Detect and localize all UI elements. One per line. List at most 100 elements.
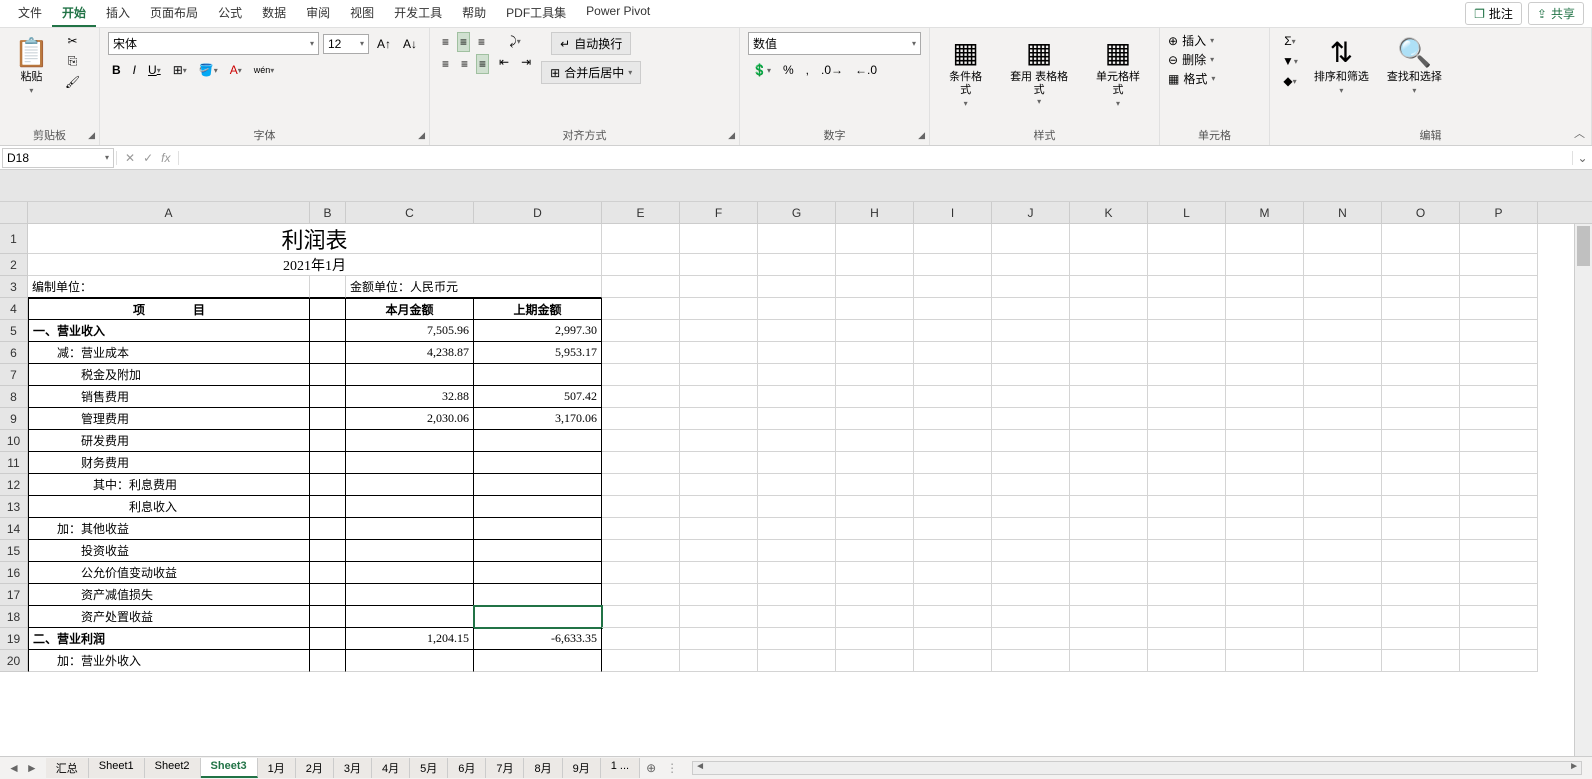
cell-O10[interactable] — [1382, 430, 1460, 452]
cell-M15[interactable] — [1226, 540, 1304, 562]
col-header-E[interactable]: E — [602, 202, 680, 223]
cell-B11[interactable] — [310, 452, 346, 474]
cell-P9[interactable] — [1460, 408, 1538, 430]
cell-F11[interactable] — [680, 452, 758, 474]
cell-A3[interactable]: 编制单位： — [28, 276, 310, 298]
cell-F15[interactable] — [680, 540, 758, 562]
cell-E11[interactable] — [602, 452, 680, 474]
row-header-20[interactable]: 20 — [0, 650, 27, 672]
cell-F12[interactable] — [680, 474, 758, 496]
cell-K15[interactable] — [1070, 540, 1148, 562]
col-header-A[interactable]: A — [28, 202, 310, 223]
col-header-H[interactable]: H — [836, 202, 914, 223]
cell-B7[interactable] — [310, 364, 346, 386]
cell-G11[interactable] — [758, 452, 836, 474]
tab-nav-next-button[interactable]: ► — [26, 761, 38, 775]
col-header-D[interactable]: D — [474, 202, 602, 223]
cell-E1[interactable] — [602, 224, 680, 254]
cell-L14[interactable] — [1148, 518, 1226, 540]
cell-B9[interactable] — [310, 408, 346, 430]
cell-G10[interactable] — [758, 430, 836, 452]
align-left-button[interactable]: ≡ — [438, 55, 453, 73]
cell-L11[interactable] — [1148, 452, 1226, 474]
cell-M4[interactable] — [1226, 298, 1304, 320]
cell-I2[interactable] — [914, 254, 992, 276]
cell-J17[interactable] — [992, 584, 1070, 606]
cell-E18[interactable] — [602, 606, 680, 628]
cell-N9[interactable] — [1304, 408, 1382, 430]
cell-I17[interactable] — [914, 584, 992, 606]
increase-decimal-button[interactable]: .0→ — [817, 61, 847, 79]
cell-E14[interactable] — [602, 518, 680, 540]
cut-button[interactable]: ✂ — [63, 32, 81, 50]
cell-E8[interactable] — [602, 386, 680, 408]
cell-E17[interactable] — [602, 584, 680, 606]
horizontal-scrollbar[interactable] — [692, 761, 1582, 775]
cell-M9[interactable] — [1226, 408, 1304, 430]
cell-O1[interactable] — [1382, 224, 1460, 254]
cell-I3[interactable] — [914, 276, 992, 298]
sheet-tab-4月[interactable]: 4月 — [372, 758, 410, 778]
cell-F10[interactable] — [680, 430, 758, 452]
cell-E19[interactable] — [602, 628, 680, 650]
row-header-15[interactable]: 15 — [0, 540, 27, 562]
cell-C17[interactable] — [346, 584, 474, 606]
cell-H4[interactable] — [836, 298, 914, 320]
cell-L20[interactable] — [1148, 650, 1226, 672]
cell-K10[interactable] — [1070, 430, 1148, 452]
cell-P16[interactable] — [1460, 562, 1538, 584]
cell-E3[interactable] — [602, 276, 680, 298]
cell-P11[interactable] — [1460, 452, 1538, 474]
col-header-M[interactable]: M — [1226, 202, 1304, 223]
paste-button[interactable]: 📋 粘贴▾ — [8, 32, 55, 101]
cell-M19[interactable] — [1226, 628, 1304, 650]
decrease-indent-button[interactable]: ⇤ — [495, 53, 513, 71]
row-header-8[interactable]: 8 — [0, 386, 27, 408]
cell-L2[interactable] — [1148, 254, 1226, 276]
comma-button[interactable]: , — [802, 61, 813, 79]
cell-I10[interactable] — [914, 430, 992, 452]
cell-B13[interactable] — [310, 496, 346, 518]
cell-I19[interactable] — [914, 628, 992, 650]
cell-C6[interactable]: 4,238.87 — [346, 342, 474, 364]
row-header-6[interactable]: 6 — [0, 342, 27, 364]
cell-N1[interactable] — [1304, 224, 1382, 254]
cell-E10[interactable] — [602, 430, 680, 452]
cell-L16[interactable] — [1148, 562, 1226, 584]
vertical-scrollbar[interactable] — [1574, 224, 1592, 756]
cell-O2[interactable] — [1382, 254, 1460, 276]
cell-L10[interactable] — [1148, 430, 1226, 452]
cell-N10[interactable] — [1304, 430, 1382, 452]
cell-H18[interactable] — [836, 606, 914, 628]
cell-M2[interactable] — [1226, 254, 1304, 276]
cell-J11[interactable] — [992, 452, 1070, 474]
col-header-N[interactable]: N — [1304, 202, 1382, 223]
cell-L15[interactable] — [1148, 540, 1226, 562]
cell-J16[interactable] — [992, 562, 1070, 584]
row-header-19[interactable]: 19 — [0, 628, 27, 650]
cell-D14[interactable] — [474, 518, 602, 540]
cell-L13[interactable] — [1148, 496, 1226, 518]
cell-I1[interactable] — [914, 224, 992, 254]
cell-K19[interactable] — [1070, 628, 1148, 650]
col-header-I[interactable]: I — [914, 202, 992, 223]
cell-M18[interactable] — [1226, 606, 1304, 628]
cell-L1[interactable] — [1148, 224, 1226, 254]
cell-A1[interactable]: 利润表 — [28, 224, 602, 254]
menu-审阅[interactable]: 审阅 — [296, 0, 340, 27]
cell-P20[interactable] — [1460, 650, 1538, 672]
cell-D12[interactable] — [474, 474, 602, 496]
cell-M3[interactable] — [1226, 276, 1304, 298]
cell-C9[interactable]: 2,030.06 — [346, 408, 474, 430]
cell-A16[interactable]: 公允价值变动收益 — [28, 562, 310, 584]
cell-L18[interactable] — [1148, 606, 1226, 628]
cell-A2[interactable]: 2021年1月 — [28, 254, 602, 276]
cell-L6[interactable] — [1148, 342, 1226, 364]
cell-N19[interactable] — [1304, 628, 1382, 650]
cell-J20[interactable] — [992, 650, 1070, 672]
cell-J19[interactable] — [992, 628, 1070, 650]
col-header-L[interactable]: L — [1148, 202, 1226, 223]
row-header-9[interactable]: 9 — [0, 408, 27, 430]
cell-M13[interactable] — [1226, 496, 1304, 518]
cell-G20[interactable] — [758, 650, 836, 672]
